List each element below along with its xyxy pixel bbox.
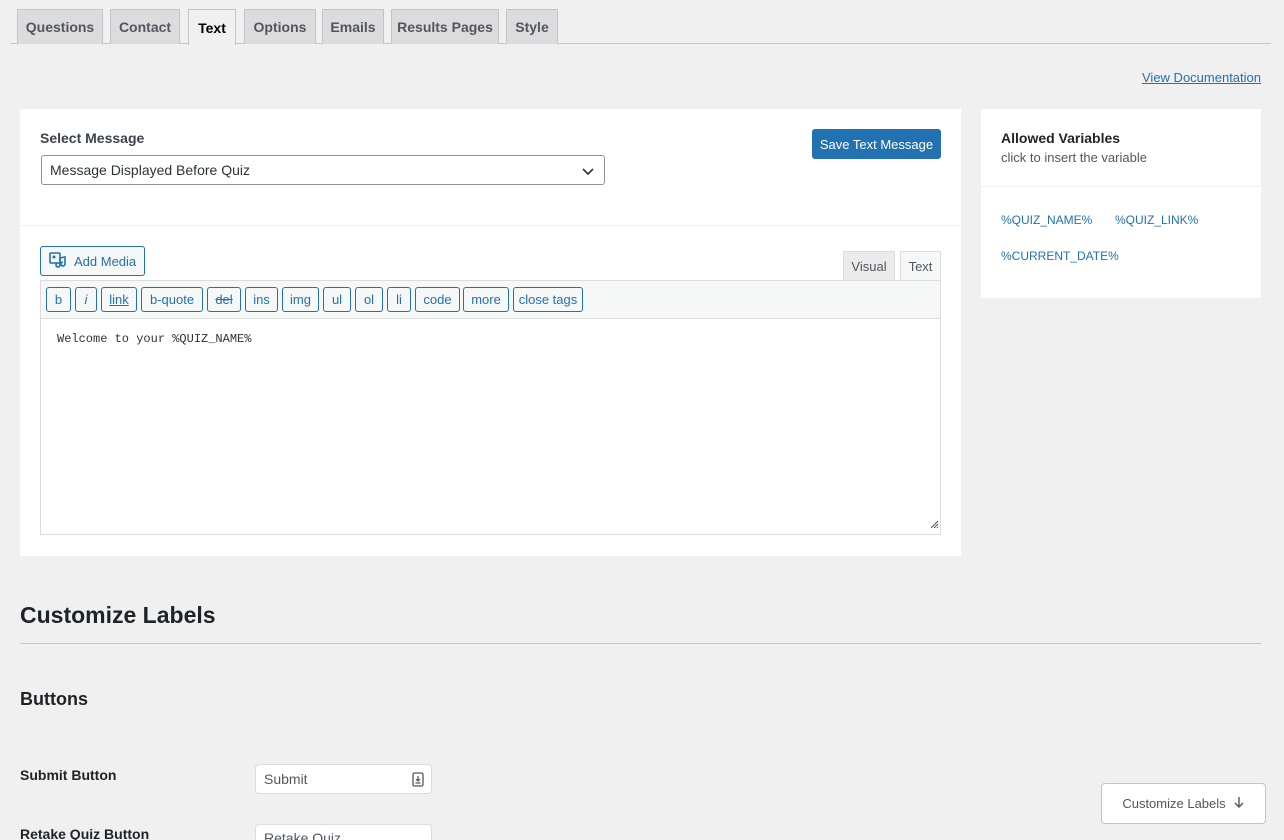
allowed-variables-panel: Allowed Variables click to insert the va… xyxy=(981,109,1261,298)
retake-quiz-button-input[interactable]: Retake Quiz xyxy=(255,824,432,840)
message-textarea-content: Welcome to your %QUIZ_NAME% xyxy=(57,332,252,346)
quiz-settings-page: Questions Contact Text Options Emails Re… xyxy=(0,0,1284,840)
quicktag-close-tags-button[interactable]: close tags xyxy=(513,287,583,312)
quicktag-more-button[interactable]: more xyxy=(463,287,509,312)
arrow-down-icon xyxy=(1226,796,1245,812)
variables-divider xyxy=(981,186,1261,187)
resize-grip-icon[interactable] xyxy=(929,519,939,533)
tab-contact[interactable]: Contact xyxy=(110,9,180,44)
buttons-heading: Buttons xyxy=(20,689,88,709)
customize-labels-jump-button[interactable]: Customize Labels xyxy=(1101,783,1266,824)
quicktag-blockquote-button[interactable]: b-quote xyxy=(141,287,203,312)
tab-emails[interactable]: Emails xyxy=(322,9,384,44)
submit-button-input-value: Submit xyxy=(264,771,308,787)
message-select[interactable]: Message Displayed Before Quiz xyxy=(41,155,605,185)
add-media-label: Add Media xyxy=(74,253,137,269)
quicktag-bold-button[interactable]: b xyxy=(46,287,71,312)
allowed-variables-subtitle: click to insert the variable xyxy=(1001,150,1147,165)
quicktag-code-button[interactable]: code xyxy=(415,287,460,312)
variable-current-date[interactable]: %CURRENT_DATE% xyxy=(1001,249,1119,263)
quicktag-ins-button[interactable]: ins xyxy=(245,287,278,312)
quicktag-link-button[interactable]: link xyxy=(101,287,137,312)
customize-labels-divider xyxy=(20,643,1261,644)
save-text-message-button[interactable]: Save Text Message xyxy=(812,129,941,159)
submit-button-label: Submit Button xyxy=(20,767,117,783)
variable-quiz-name[interactable]: %QUIZ_NAME% xyxy=(1001,213,1092,227)
customize-labels-heading: Customize Labels xyxy=(20,602,216,628)
tab-options[interactable]: Options xyxy=(244,9,316,44)
submit-button-input[interactable]: Submit xyxy=(255,764,432,794)
quicktags-toolbar: b i link b-quote del ins img ul ol li co… xyxy=(40,280,941,318)
quicktag-img-button[interactable]: img xyxy=(282,287,319,312)
retake-quiz-button-input-value: Retake Quiz xyxy=(264,830,342,840)
variable-quiz-link[interactable]: %QUIZ_LINK% xyxy=(1115,213,1198,227)
tab-visual-mode[interactable]: Visual xyxy=(843,251,895,281)
quicktag-italic-button[interactable]: i xyxy=(75,287,97,312)
quicktag-ul-button[interactable]: ul xyxy=(323,287,351,312)
quicktag-ol-button[interactable]: ol xyxy=(355,287,383,312)
customize-labels-jump-label: Customize Labels xyxy=(1122,796,1226,811)
message-textarea[interactable]: Welcome to your %QUIZ_NAME% xyxy=(40,318,941,535)
allowed-variables-title: Allowed Variables xyxy=(1001,130,1121,146)
tab-text-mode[interactable]: Text xyxy=(900,251,941,281)
retake-quiz-button-label: Retake Quiz Button xyxy=(20,826,150,840)
chevron-down-icon xyxy=(581,164,595,181)
quicktag-del-button[interactable]: del xyxy=(207,287,241,312)
message-select-value: Message Displayed Before Quiz xyxy=(50,162,250,178)
panel-divider xyxy=(20,225,961,226)
tab-results-pages[interactable]: Results Pages xyxy=(391,9,499,44)
add-media-button[interactable]: Add Media xyxy=(40,246,145,276)
field-options-icon[interactable] xyxy=(411,772,425,790)
media-icon xyxy=(49,251,74,271)
tab-text[interactable]: Text xyxy=(188,9,236,45)
tab-style[interactable]: Style xyxy=(506,9,558,44)
quicktag-li-button[interactable]: li xyxy=(387,287,411,312)
select-message-label: Select Message xyxy=(40,130,145,146)
settings-tabs: Questions Contact Text Options Emails Re… xyxy=(10,9,1271,45)
text-message-panel: Select Message Message Displayed Before … xyxy=(20,109,961,556)
view-documentation-link[interactable]: View Documentation xyxy=(1142,70,1261,85)
tab-questions[interactable]: Questions xyxy=(17,9,103,44)
